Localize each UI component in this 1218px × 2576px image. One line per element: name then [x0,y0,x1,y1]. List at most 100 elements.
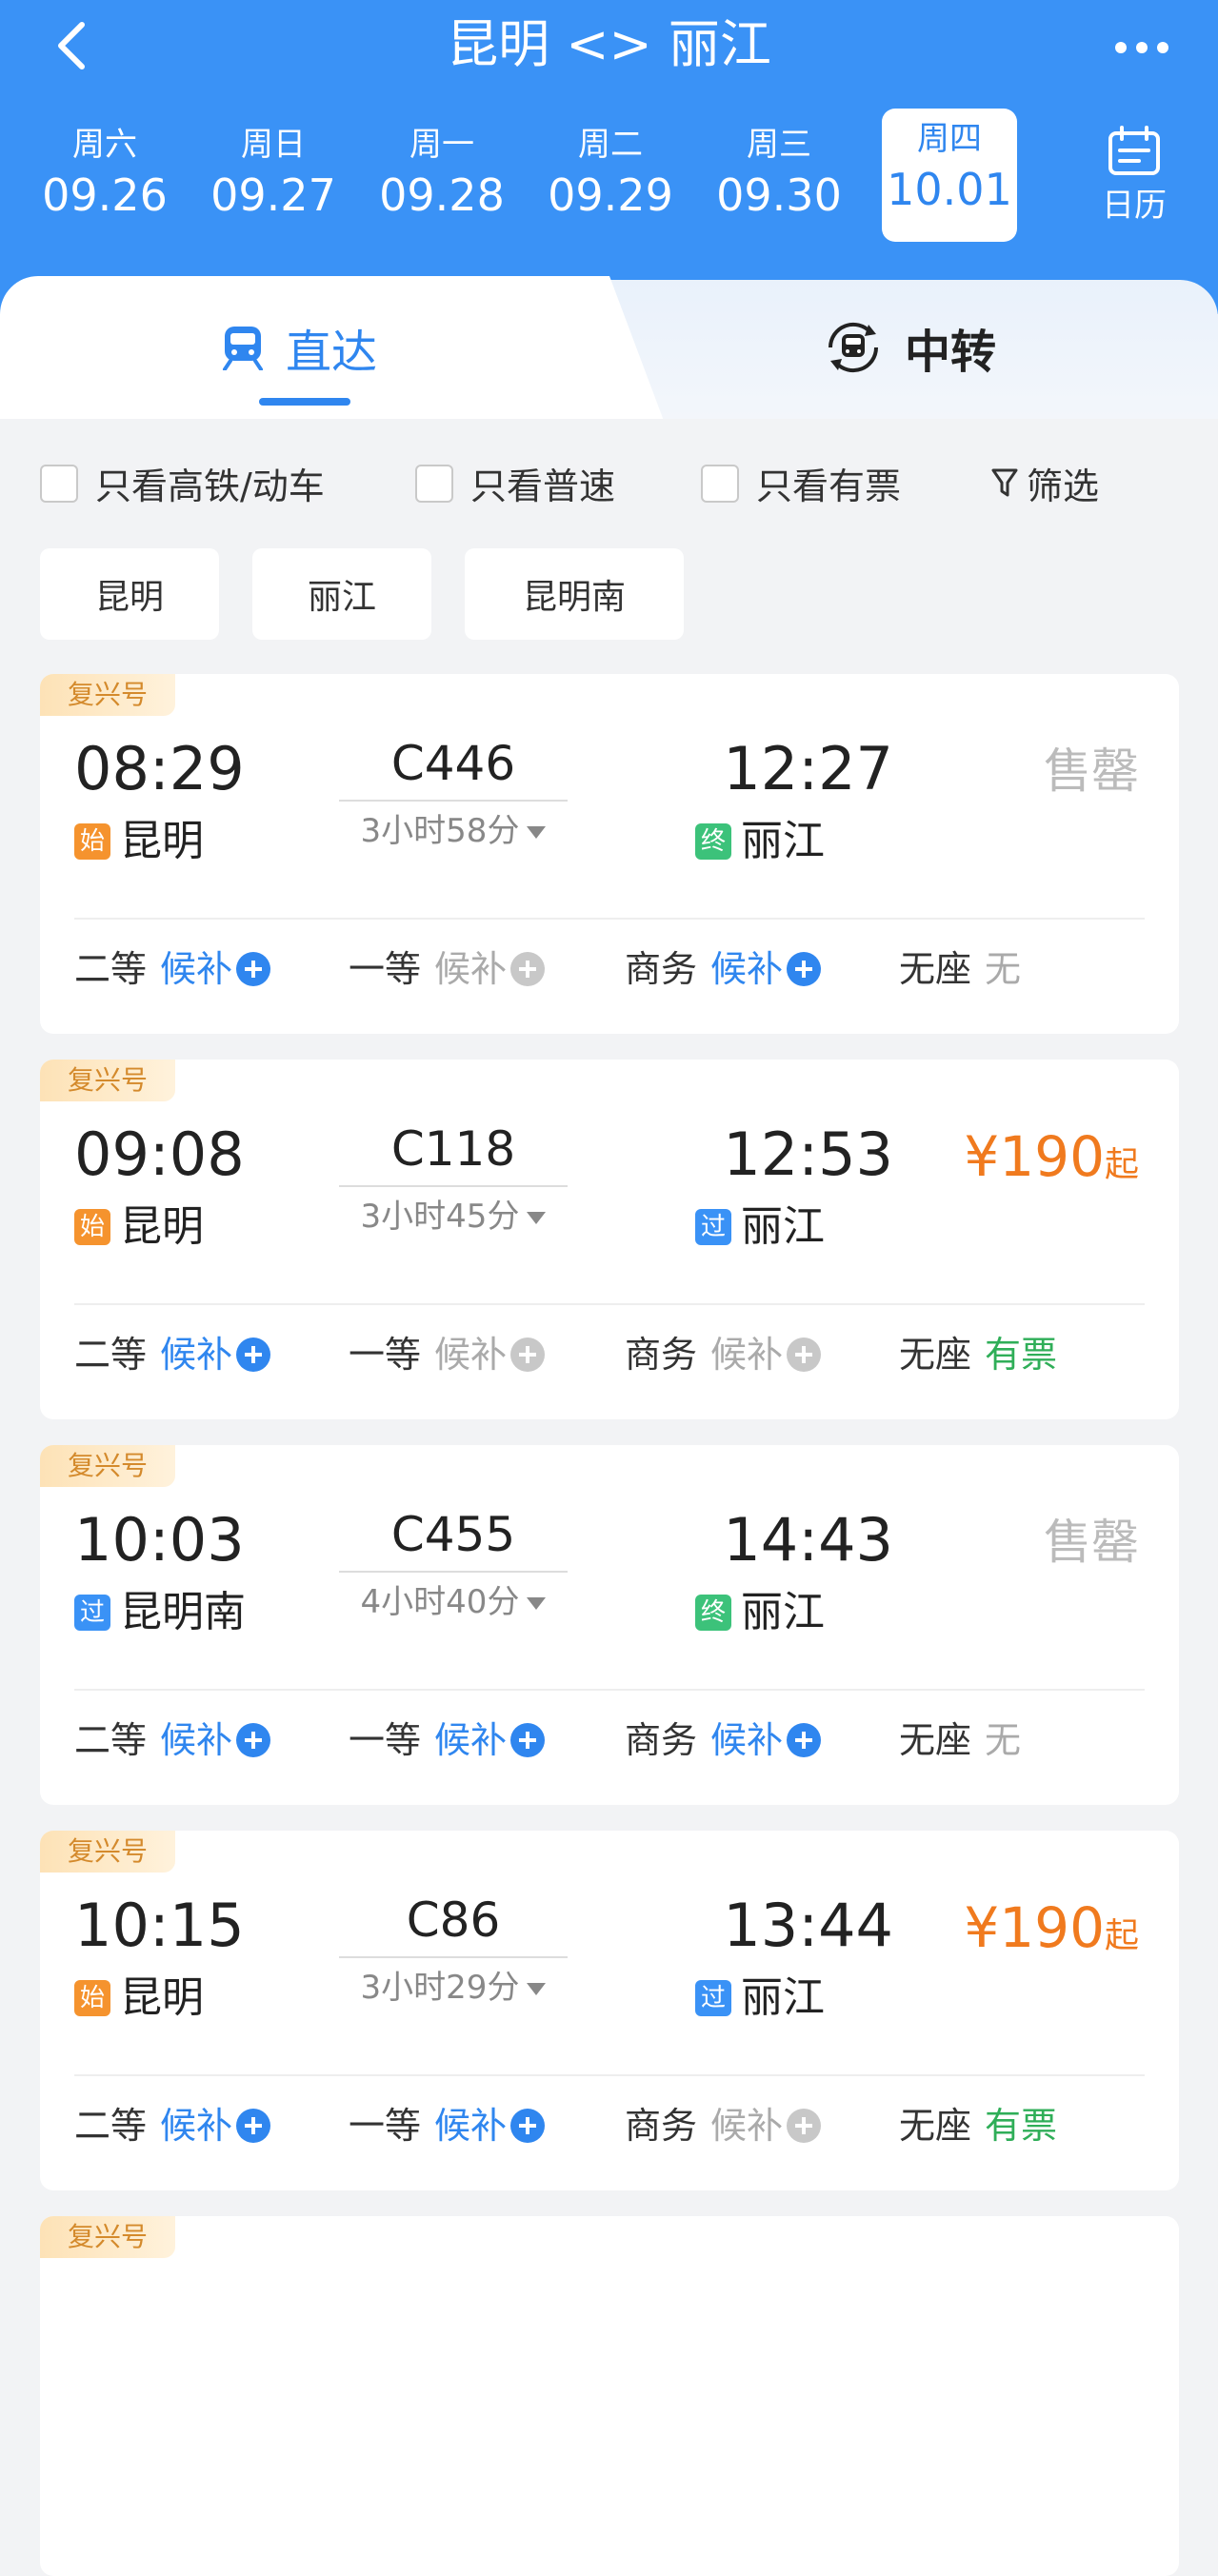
date-weekday: 周一 [409,126,474,164]
seat-no-seat[interactable]: 无座 无 [899,1712,1021,1769]
station-chip[interactable]: 昆明南 [465,548,684,640]
seat-value: 候补 [710,2105,784,2147]
duration-text: 3小时45分 [360,1198,520,1236]
train-type-badge: 复兴号 [40,2216,175,2258]
filter-available[interactable]: 只看有票 [701,457,901,509]
seat-class: 商务 [625,948,698,990]
seat-row: 二等 候补 一等 候补 商务 候补 无座 无 [40,941,1179,998]
duration[interactable]: 3小时29分 [339,1964,568,2011]
plus-icon [787,2109,822,2143]
from-station: 始 昆明 [74,1972,204,2025]
tab-transfer[interactable]: 中转 [821,314,996,381]
station-name: 昆明 [120,1202,204,1251]
divider [74,2074,1145,2076]
date-tab-selected[interactable]: 周四 10.01 [882,109,1017,242]
seat-no-seat[interactable]: 无座 无 [899,941,1021,998]
station-name: 昆明 [120,1973,204,2022]
seat-no-seat[interactable]: 无座 有票 [899,2097,1057,2154]
date-value: 09.30 [716,169,842,221]
station-name: 丽江 [741,1588,825,1636]
train-card[interactable]: 复兴号 08:29 C446 3小时58分 12:27 始 昆明 终 丽江 售罄… [40,674,1179,1034]
station-chip[interactable]: 丽江 [252,548,431,640]
plus-icon [510,2109,546,2143]
filter-high-speed[interactable]: 只看高铁/动车 [40,457,325,509]
from-station: 始 昆明 [74,815,204,868]
train-card[interactable]: 复兴号 [40,2216,1179,2576]
checkbox[interactable] [701,464,739,503]
train-card[interactable]: 复兴号 10:15 C86 3小时29分 13:44 始 昆明 过 丽江 ¥19… [40,1831,1179,2190]
from-station: 过 昆明南 [74,1586,246,1639]
calendar-button[interactable]: 日历 [1097,126,1171,227]
calendar-icon [1108,126,1160,175]
arrival-time: 14:43 [723,1505,893,1575]
sold-out-label: 售罄 [1044,743,1139,799]
filter-bar: 只看高铁/动车 只看普速 只看有票 筛选 [0,419,1218,543]
plus-icon [787,952,822,986]
station-name: 昆明 [120,817,204,865]
route-line [339,1185,568,1187]
seat-first-class[interactable]: 一等 候补 [349,2097,546,2154]
train-card[interactable]: 复兴号 10:03 C455 4小时40分 14:43 过 昆明南 终 丽江 售… [40,1445,1179,1805]
train-card[interactable]: 复兴号 09:08 C118 3小时45分 12:53 始 昆明 过 丽江 ¥1… [40,1060,1179,1419]
train-type-badge: 复兴号 [40,1445,175,1487]
seat-no-seat[interactable]: 无座 有票 [899,1326,1057,1383]
seat-second-class[interactable]: 二等 候补 [74,2097,271,2154]
seat-first-class[interactable]: 一等 候补 [349,1712,546,1769]
price: ¥190起 [964,1890,1139,1974]
seat-business[interactable]: 商务 候补 [625,1326,822,1383]
date-tab[interactable]: 周日 09.27 [197,114,349,248]
duration[interactable]: 3小时45分 [339,1193,568,1240]
date-value: 09.26 [42,169,168,221]
train-type-badge: 复兴号 [40,1060,175,1101]
checkbox[interactable] [415,464,453,503]
train-number: C86 [406,1892,501,1948]
funnel-icon [991,468,1018,496]
seat-second-class[interactable]: 二等 候补 [74,941,271,998]
station-tag-start: 始 [74,823,110,860]
station-chip[interactable]: 昆明 [40,548,219,640]
arrival-time: 12:53 [723,1120,893,1189]
duration[interactable]: 4小时40分 [339,1578,568,1626]
filter-label: 只看高铁/动车 [95,466,325,507]
station-tag-end: 终 [695,823,731,860]
seat-business[interactable]: 商务 候补 [625,1712,822,1769]
filter-label: 只看普速 [470,466,616,507]
seat-value: 无 [985,1719,1022,1761]
seat-class: 无座 [899,1334,972,1376]
page-title: 昆明 <> 丽江 [447,14,771,74]
date-tab[interactable]: 周二 09.29 [534,114,687,248]
seat-value: 候补 [710,1719,784,1761]
date-value: 09.28 [379,169,505,221]
seat-first-class[interactable]: 一等 候补 [349,1326,546,1383]
filter-button[interactable]: 筛选 [990,457,1099,509]
seat-second-class[interactable]: 二等 候补 [74,1712,271,1769]
station-tag-start: 始 [74,1209,110,1245]
seat-business[interactable]: 商务 候补 [625,2097,822,2154]
filter-normal-speed[interactable]: 只看普速 [415,457,615,509]
seat-business[interactable]: 商务 候补 [625,941,822,998]
duration[interactable]: 3小时58分 [339,807,568,855]
date-weekday: 周三 [747,126,811,164]
date-tab[interactable]: 周一 09.28 [366,114,518,248]
train-icon [223,327,263,370]
tab-direct[interactable]: 直达 [221,314,377,381]
date-tab[interactable]: 周六 09.26 [29,114,181,248]
seat-value: 候补 [434,2105,508,2147]
date-tab[interactable]: 周三 09.30 [703,114,855,248]
seat-row: 二等 候补 一等 候补 商务 候补 无座 有票 [40,1326,1179,1383]
checkbox[interactable] [40,464,78,503]
route-line [339,1571,568,1573]
plus-icon [236,1338,271,1372]
seat-value: 候补 [160,948,233,990]
seat-second-class[interactable]: 二等 候补 [74,1326,271,1383]
sold-out-label: 售罄 [1044,1515,1139,1570]
departure-time: 08:29 [74,734,245,803]
seat-value: 候补 [710,948,784,990]
seat-class: 一等 [349,1334,422,1376]
price-suffix: 起 [1104,1916,1139,1955]
plus-icon [787,1338,822,1372]
seat-first-class[interactable]: 一等 候补 [349,941,546,998]
price-value: ¥190 [964,1895,1105,1960]
plus-icon [236,952,271,986]
more-options-icon[interactable] [1104,19,1180,76]
